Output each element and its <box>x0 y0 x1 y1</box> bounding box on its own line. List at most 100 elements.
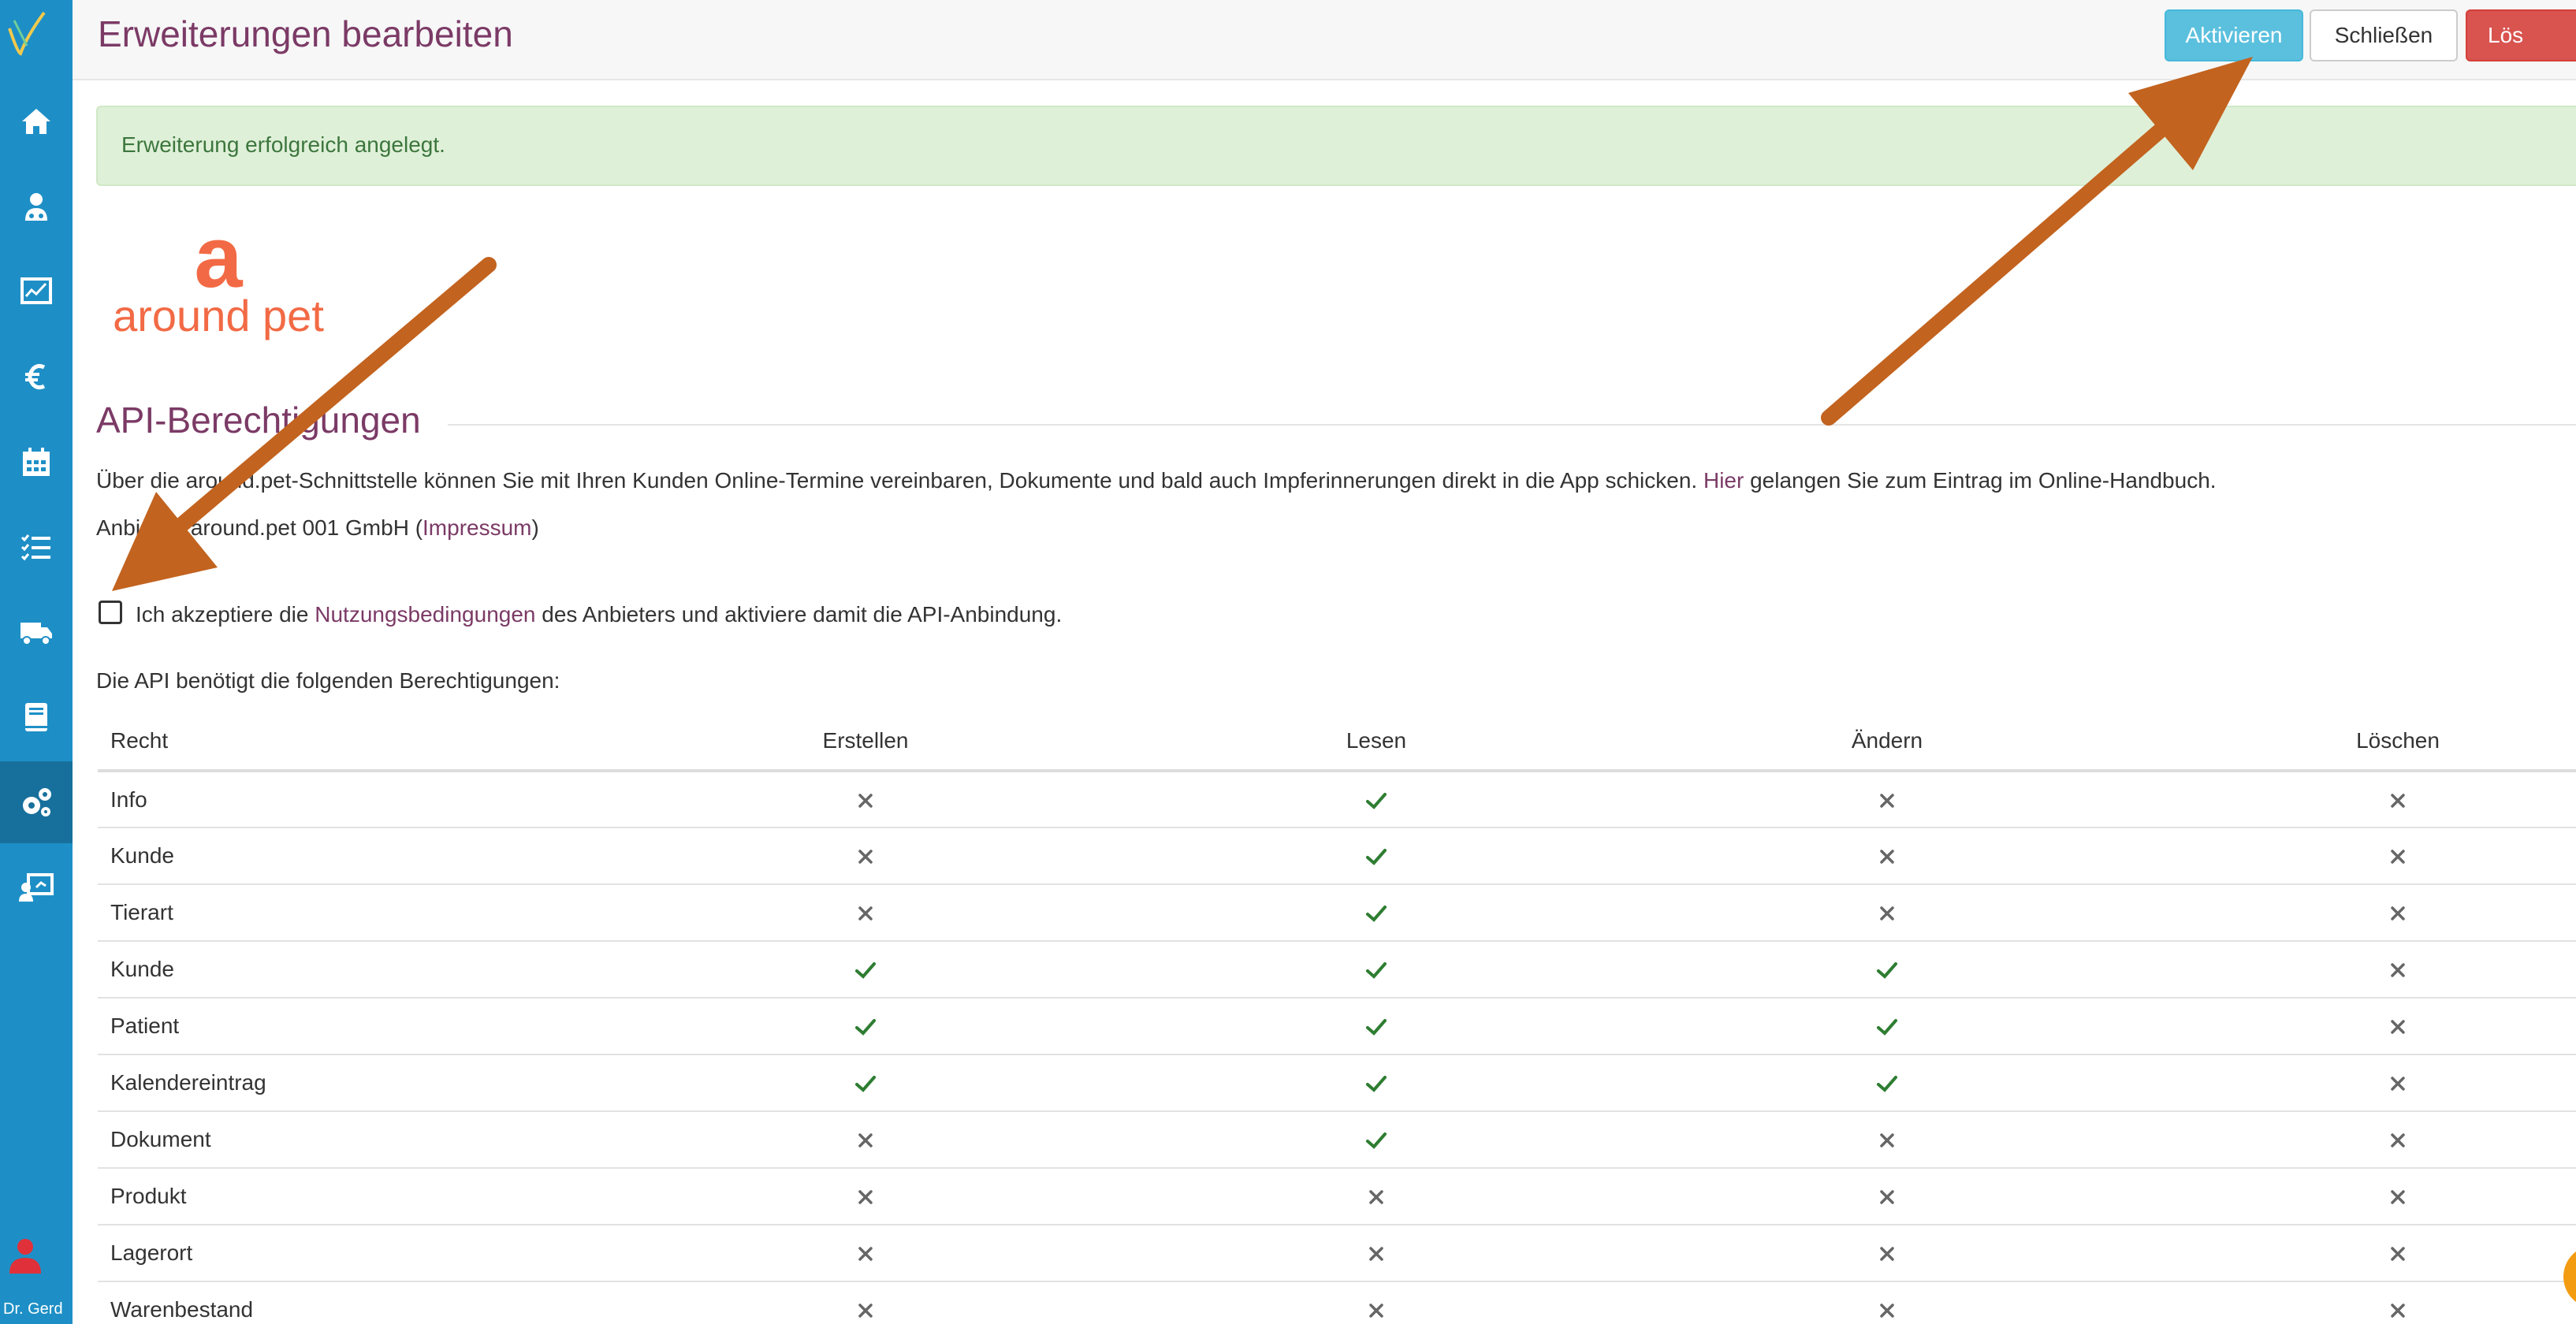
imprint-link[interactable]: Impressum <box>423 515 531 540</box>
terms-link[interactable]: Nutzungsbedingungen <box>315 602 535 627</box>
permission-delete-cell <box>2142 828 2576 885</box>
check-icon <box>1366 792 1387 809</box>
permission-create-cell <box>610 771 1121 828</box>
sidebar-item-calendar[interactable] <box>0 421 73 503</box>
presentation-user-icon <box>19 873 54 902</box>
permission-read-cell <box>1121 1168 1632 1225</box>
cross-icon <box>2391 1077 2405 1092</box>
cross-icon <box>1880 1304 1894 1318</box>
check-icon <box>1877 1076 1897 1093</box>
cross-icon <box>858 1133 873 1148</box>
permission-name: Kalendereintrag <box>98 1054 610 1112</box>
column-header-read: Lesen <box>1121 712 1632 772</box>
permission-read-cell <box>1121 941 1632 999</box>
permissions-table: Recht Erstellen Lesen Ändern Löschen Inf… <box>98 712 2576 1324</box>
page-title: Erweiterungen bearbeiten <box>98 13 513 54</box>
cross-icon <box>1369 1304 1383 1318</box>
check-icon <box>855 1019 876 1036</box>
sidebar-item-tasks[interactable] <box>0 506 73 588</box>
permission-name: Patient <box>98 998 610 1055</box>
permission-name: Produkt <box>98 1168 610 1225</box>
close-button[interactable]: Schließen <box>2310 9 2458 61</box>
permission-update-cell <box>1632 941 2142 999</box>
permission-create-cell <box>610 1225 1121 1282</box>
permission-name: Lagerort <box>98 1225 610 1282</box>
check-icon <box>1366 849 1387 866</box>
permission-update-cell <box>1632 771 2142 828</box>
table-row: Kunde <box>98 941 2576 999</box>
permission-name: Tierart <box>98 884 610 942</box>
permission-create-cell <box>610 1111 1121 1169</box>
app-window: Dr. Gerd Erweiterungen bearbeiten Aktivi… <box>0 0 2576 1324</box>
permission-update-cell <box>1632 884 2142 942</box>
permission-create-cell <box>610 941 1121 999</box>
success-alert: Erweiterung erfolgreich angelegt. <box>96 106 2576 186</box>
permission-read-cell <box>1121 1225 1632 1282</box>
handbook-link[interactable]: Hier <box>1703 468 1744 493</box>
cross-icon <box>858 850 873 865</box>
sidebar-item-training[interactable] <box>0 846 73 928</box>
permission-read-cell <box>1121 1111 1632 1169</box>
permission-read-cell <box>1121 998 1632 1055</box>
cross-icon <box>1369 1190 1383 1205</box>
permission-delete-cell <box>2142 884 2576 942</box>
provider-suffix: ) <box>531 515 539 540</box>
checklist-icon <box>20 534 50 561</box>
permission-name: Dokument <box>98 1111 610 1169</box>
user-name[interactable]: Dr. Gerd <box>3 1300 63 1318</box>
app-logo[interactable] <box>3 5 50 68</box>
brand-logo-name: around pet <box>113 291 324 340</box>
cross-icon <box>858 906 873 921</box>
calendar-icon <box>23 448 50 476</box>
terms-checkbox[interactable] <box>99 601 122 624</box>
sidebar-item-delivery[interactable] <box>0 591 73 673</box>
activate-button[interactable]: Aktivieren <box>2165 9 2303 61</box>
table-row: Kunde <box>98 828 2576 885</box>
alert-message: Erweiterung erfolgreich angelegt. <box>121 132 445 157</box>
permission-create-cell <box>610 1281 1121 1324</box>
table-row: Patient <box>98 998 2576 1055</box>
permission-update-cell <box>1632 1225 2142 1282</box>
cross-icon <box>1880 850 1894 865</box>
sidebar-item-book[interactable] <box>0 676 73 758</box>
check-icon <box>1877 1019 1897 1036</box>
table-row: Dokument <box>98 1111 2576 1169</box>
check-icon <box>1366 1132 1387 1150</box>
sidebar-item-doctor[interactable] <box>0 166 73 247</box>
sidebar-item-monitor[interactable] <box>0 251 73 333</box>
home-icon <box>22 109 50 134</box>
cross-icon <box>1880 906 1894 921</box>
delete-button[interactable]: Lös <box>2466 9 2576 61</box>
cross-icon <box>1369 1247 1383 1262</box>
terms-checkbox-label[interactable]: Ich akzeptiere die Nutzungsbedingungen d… <box>136 602 1062 627</box>
cross-icon <box>858 1190 873 1205</box>
sidebar: Dr. Gerd <box>0 0 73 1324</box>
sidebar-item-home[interactable] <box>0 80 73 162</box>
cross-icon <box>2391 1247 2405 1262</box>
permission-read-cell <box>1121 884 1632 942</box>
table-row: Lagerort <box>98 1225 2576 1282</box>
table-row: Info <box>98 771 2576 828</box>
monitor-chart-icon <box>20 277 52 304</box>
cross-icon <box>2391 1190 2405 1205</box>
cross-icon <box>2391 1304 2405 1318</box>
permissions-intro: Die API benötigt die folgenden Berechtig… <box>96 668 560 693</box>
sidebar-item-finance[interactable] <box>0 336 73 418</box>
permission-update-cell <box>1632 828 2142 885</box>
cross-icon <box>2391 794 2405 808</box>
extension-logo: a around pet <box>104 214 333 341</box>
cross-icon <box>1880 1190 1894 1205</box>
sidebar-item-extensions[interactable] <box>0 761 73 843</box>
table-row: Produkt <box>98 1168 2576 1225</box>
permission-delete-cell <box>2142 941 2576 999</box>
permission-name: Kunde <box>98 941 610 999</box>
column-header-delete: Löschen <box>2142 712 2576 772</box>
permission-create-cell <box>610 998 1121 1055</box>
permission-create-cell <box>610 1054 1121 1112</box>
permission-delete-cell <box>2142 1281 2576 1324</box>
description-text-part2: gelangen Sie zum Eintrag im Online-Handb… <box>1750 468 2217 493</box>
permission-delete-cell <box>2142 1111 2576 1169</box>
permission-update-cell <box>1632 998 2142 1055</box>
user-avatar-icon[interactable] <box>8 1236 43 1277</box>
veterinarian-icon <box>25 193 47 221</box>
